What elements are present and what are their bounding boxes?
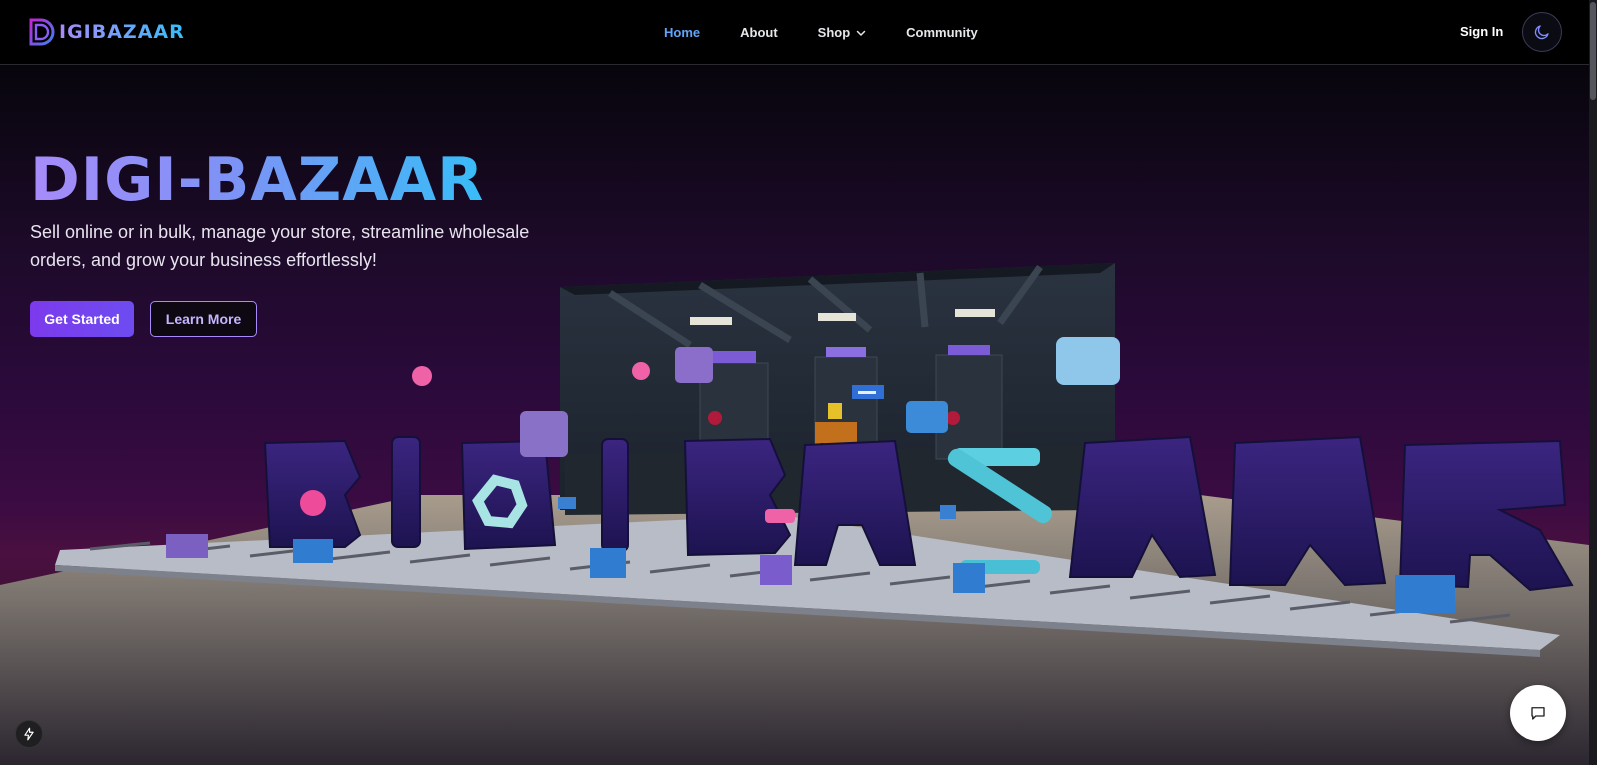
- navbar: IGIBAZAAR Home About Shop Community Sign…: [0, 0, 1597, 65]
- nav-shop-label: Shop: [817, 25, 851, 40]
- nav-home[interactable]: Home: [664, 25, 700, 40]
- theme-toggle-button[interactable]: [1522, 12, 1562, 52]
- chat-bubble-icon: [1531, 707, 1545, 720]
- nav-about[interactable]: About: [740, 25, 778, 40]
- bolt-button[interactable]: [15, 720, 43, 748]
- scrollbar-thumb[interactable]: [1590, 2, 1596, 100]
- learn-more-button[interactable]: Learn More: [150, 301, 257, 337]
- hero-title: DIGI-BAZAAR: [30, 145, 485, 215]
- brand-logo[interactable]: IGIBAZAAR: [27, 17, 185, 47]
- hero-section: DIGI-BAZAAR Sell online or in bulk, mana…: [0, 65, 1589, 765]
- d-logo-icon: [29, 18, 55, 46]
- moon-icon: [1534, 25, 1549, 40]
- brand-name: IGIBAZAAR: [59, 21, 185, 43]
- page-scrollbar[interactable]: [1589, 0, 1597, 765]
- get-started-button[interactable]: Get Started: [30, 301, 134, 337]
- sign-in-link[interactable]: Sign In: [1460, 24, 1503, 39]
- chevron-down-icon: [856, 30, 866, 36]
- main-nav: Home About Shop Community: [664, 0, 978, 65]
- hero-subtitle: Sell online or in bulk, manage your stor…: [30, 222, 530, 270]
- lightning-bolt-icon: [24, 727, 34, 741]
- chat-button[interactable]: [1510, 685, 1566, 741]
- nav-shop[interactable]: Shop: [818, 25, 867, 40]
- nav-community[interactable]: Community: [906, 25, 978, 40]
